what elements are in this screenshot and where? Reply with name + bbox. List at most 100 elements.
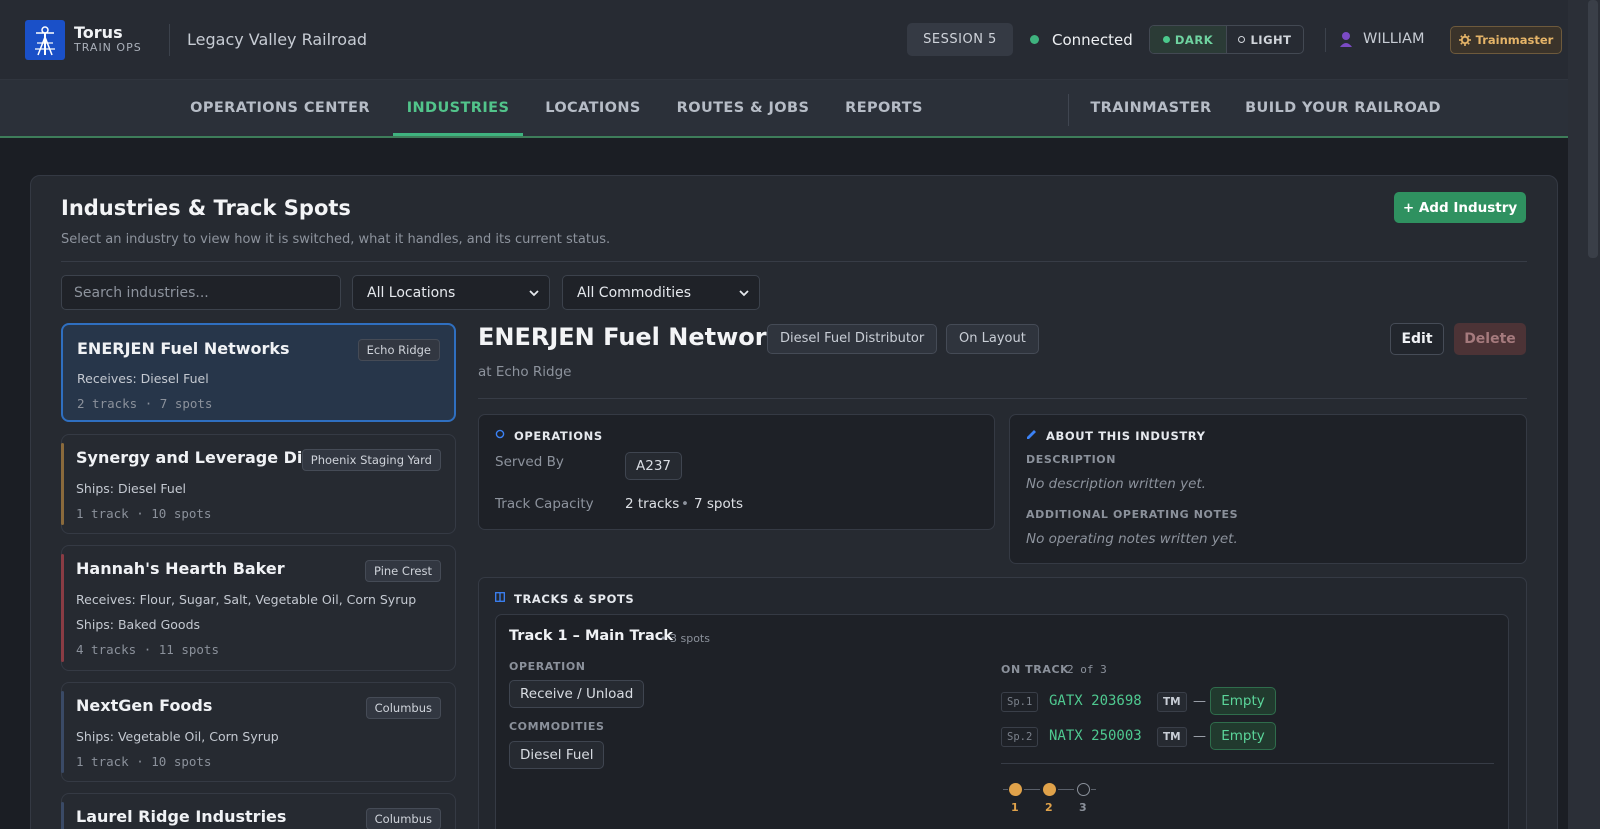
theme-dark-label: DARK bbox=[1174, 32, 1214, 47]
gear-icon bbox=[495, 429, 505, 439]
industry-commodities: Ships: Diesel Fuel bbox=[76, 481, 186, 496]
nav-reports[interactable]: REPORTS bbox=[840, 80, 928, 136]
main-nav: OPERATIONS CENTER INDUSTRIES LOCATIONS R… bbox=[0, 80, 1568, 138]
brand-name: Torus bbox=[74, 23, 123, 42]
commodities-label: COMMODITIES bbox=[509, 720, 605, 733]
progress-connector bbox=[1024, 789, 1040, 790]
pencil-icon bbox=[1027, 430, 1036, 439]
connection-status: Connected bbox=[1052, 31, 1133, 49]
session-badge[interactable]: SESSION 5 bbox=[907, 23, 1013, 56]
add-industry-button[interactable]: + Add Industry bbox=[1394, 192, 1526, 223]
track-name: Track 1 – Main Track bbox=[509, 628, 673, 644]
nav-routes-jobs[interactable]: ROUTES & JOBS bbox=[672, 80, 814, 136]
detail-title: ENERJEN Fuel Networks bbox=[478, 323, 797, 351]
scrollbar-thumb[interactable] bbox=[1588, 0, 1598, 258]
page-title: Industries & Track Spots bbox=[61, 196, 351, 220]
car-id[interactable]: GATX 203698 bbox=[1049, 693, 1142, 709]
industry-track-summary: 1 track · 10 spots bbox=[76, 506, 212, 521]
industry-track-summary: 4 tracks · 11 spots bbox=[76, 642, 219, 657]
edit-button[interactable]: Edit bbox=[1390, 323, 1444, 355]
divider bbox=[478, 398, 1527, 399]
commodity-filter-select[interactable]: All Commodities bbox=[562, 275, 760, 310]
location-badge: Phoenix Staging Yard bbox=[301, 449, 441, 471]
progress-connector bbox=[1091, 789, 1096, 790]
about-heading: ABOUT THIS INDUSTRY bbox=[1046, 429, 1206, 443]
connection-status-icon bbox=[1030, 35, 1039, 44]
nav-build-your-railroad[interactable]: BUILD YOUR RAILROAD bbox=[1241, 80, 1445, 136]
nav-locations[interactable]: LOCATIONS bbox=[540, 80, 646, 136]
operations-heading: OPERATIONS bbox=[514, 429, 603, 443]
railroad-name: Legacy Valley Railroad bbox=[187, 30, 368, 49]
car-status-pill[interactable]: Empty bbox=[1210, 722, 1276, 750]
car-badge: TM bbox=[1157, 692, 1187, 712]
location-badge: Columbus bbox=[365, 808, 441, 829]
brand-subtitle: TRAIN OPS bbox=[74, 41, 142, 54]
industry-commodities: Receives: Diesel Fuel bbox=[77, 371, 209, 386]
industry-card[interactable]: ENERJEN Fuel Networks Echo Ridge Receive… bbox=[61, 323, 456, 422]
served-by-label: Served By bbox=[495, 454, 564, 470]
radio-filled-icon bbox=[1162, 36, 1170, 43]
card-accent bbox=[61, 443, 64, 525]
industry-name: NextGen Foods bbox=[76, 696, 213, 715]
industry-card[interactable]: Laurel Ridge Industries Columbus bbox=[61, 793, 456, 829]
operation-label: OPERATION bbox=[509, 660, 586, 673]
capacity-spots: 7 spots bbox=[694, 496, 744, 512]
progress-connector bbox=[1003, 789, 1008, 790]
grid-icon bbox=[495, 592, 505, 602]
layout-status-tag: On Layout bbox=[946, 324, 1039, 354]
industry-track-summary: 1 track · 10 spots bbox=[76, 754, 212, 769]
description-text: No description written yet. bbox=[1026, 476, 1206, 492]
role-label: Trainmaster bbox=[1475, 33, 1554, 47]
track-capacity-label: Track Capacity bbox=[495, 496, 594, 512]
delete-button[interactable]: Delete bbox=[1454, 323, 1526, 355]
role-badge[interactable]: Trainmaster bbox=[1450, 26, 1562, 54]
location-badge: Echo Ridge bbox=[357, 339, 440, 361]
card-accent bbox=[61, 802, 64, 829]
top-bar: Torus TRAIN OPS Legacy Valley Railroad S… bbox=[0, 0, 1568, 80]
torus-logo-icon[interactable] bbox=[25, 20, 65, 60]
industry-card[interactable]: Synergy and Leverage Dist Phoenix Stagin… bbox=[61, 434, 456, 534]
search-input[interactable] bbox=[61, 275, 341, 310]
location-filter-select[interactable]: All Locations bbox=[352, 275, 550, 310]
notes-text: No operating notes written yet. bbox=[1026, 531, 1238, 547]
tracks-spots-heading: TRACKS & SPOTS bbox=[514, 592, 635, 606]
industry-card[interactable]: NextGen Foods Columbus Ships: Vegetable … bbox=[61, 682, 456, 782]
divider bbox=[61, 261, 1527, 262]
theme-light-button[interactable]: LIGHT bbox=[1226, 26, 1303, 53]
card-accent bbox=[61, 691, 64, 773]
nav-operations-center[interactable]: OPERATIONS CENTER bbox=[182, 80, 378, 136]
notes-label: ADDITIONAL OPERATING NOTES bbox=[1026, 508, 1239, 521]
bullet-separator: • bbox=[681, 496, 689, 512]
spot-progress-circle bbox=[1043, 783, 1056, 796]
industry-name: Laurel Ridge Industries bbox=[76, 807, 287, 826]
location-badge: Pine Crest bbox=[365, 560, 441, 582]
spot-badge: Sp.1 bbox=[1001, 692, 1039, 712]
spot-badge: Sp.2 bbox=[1001, 727, 1039, 747]
user-name[interactable]: WILLIAM bbox=[1363, 31, 1424, 47]
nav-industries[interactable]: INDUSTRIES bbox=[393, 80, 523, 136]
industry-track-summary: 2 tracks · 7 spots bbox=[77, 396, 213, 411]
location-badge: Columbus bbox=[365, 697, 441, 719]
spot-progress-label: 3 bbox=[1079, 801, 1087, 814]
theme-dark-button[interactable]: DARK bbox=[1150, 26, 1226, 53]
nav-trainmaster[interactable]: TRAINMASTER bbox=[1085, 80, 1217, 136]
car-badge: TM bbox=[1157, 727, 1187, 747]
chevron-down-icon bbox=[739, 290, 749, 297]
spot-progress-label: 2 bbox=[1045, 801, 1053, 814]
car-id[interactable]: NATX 250003 bbox=[1049, 728, 1142, 744]
industry-receives: Receives: Flour, Sugar, Salt, Vegetable … bbox=[76, 592, 417, 607]
gear-icon bbox=[1458, 34, 1471, 46]
description-label: DESCRIPTION bbox=[1026, 453, 1117, 466]
car-status-pill[interactable]: Empty bbox=[1210, 687, 1276, 715]
nav-divider bbox=[1068, 94, 1069, 126]
served-by-job-chip[interactable]: A237 bbox=[625, 452, 683, 480]
progress-connector bbox=[1058, 789, 1074, 790]
industry-card[interactable]: Hannah's Hearth Baker Pine Crest Receive… bbox=[61, 545, 456, 671]
commodity-chip: Diesel Fuel bbox=[509, 741, 605, 769]
industry-name: Hannah's Hearth Baker bbox=[76, 559, 285, 578]
on-track-label: ON TRACK bbox=[1001, 663, 1070, 676]
track-card bbox=[495, 614, 1509, 829]
industry-name: Synergy and Leverage Dist bbox=[76, 448, 320, 467]
card-accent bbox=[61, 554, 64, 662]
radio-empty-icon bbox=[1238, 36, 1246, 43]
